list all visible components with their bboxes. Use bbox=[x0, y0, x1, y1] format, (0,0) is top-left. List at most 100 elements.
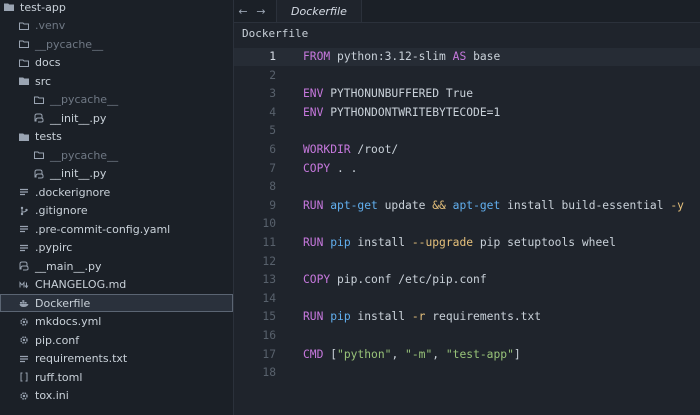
code-token: --upgrade bbox=[411, 236, 474, 249]
code-text: ENV PYTHONUNBUFFERED True bbox=[303, 85, 473, 103]
code-line[interactable]: 6 WORKDIR /root/ bbox=[234, 141, 700, 159]
tree-item-label: CHANGELOG.md bbox=[35, 278, 127, 291]
code-token: CMD bbox=[303, 347, 324, 361]
code-token: python:3.12-slim bbox=[330, 50, 453, 63]
line-number: 14 bbox=[262, 291, 276, 305]
code-token: requirements.txt bbox=[425, 310, 542, 324]
line-number: 8 bbox=[269, 180, 276, 194]
code-token: PYTHONDONTWRITEBYTECODE=1 bbox=[323, 105, 501, 119]
code-line[interactable]: 4 ENV PYTHONDONTWRITEBYTECODE=1 bbox=[234, 104, 700, 122]
file-item[interactable]: CHANGELOG.md bbox=[0, 276, 233, 294]
folder-item[interactable]: __pycache__ bbox=[0, 35, 233, 53]
code-line[interactable]: 8 bbox=[234, 178, 700, 196]
file-item[interactable]: Dockerfile bbox=[0, 294, 233, 312]
file-item[interactable]: tox.ini bbox=[0, 387, 233, 405]
code-token: -r bbox=[411, 310, 426, 324]
code-token: "-m" bbox=[405, 347, 433, 361]
code-token: apt-get bbox=[452, 198, 501, 212]
code-line[interactable]: 9 RUN apt-get update && apt-get install b… bbox=[234, 197, 700, 215]
file-item[interactable]: .gitignore bbox=[0, 202, 233, 220]
line-number: 4 bbox=[269, 105, 276, 119]
tree-item-label: .venv bbox=[35, 19, 66, 32]
code-line[interactable]: 2 bbox=[234, 67, 700, 85]
line-number: 15 bbox=[262, 310, 276, 324]
tree-item-label: .dockerignore bbox=[35, 185, 111, 199]
folder-open-icon bbox=[19, 76, 29, 86]
file-item[interactable]: __init__.py bbox=[0, 109, 233, 127]
tree-item-label: __init__.py bbox=[50, 111, 107, 125]
file-item[interactable]: .dockerignore bbox=[0, 183, 233, 201]
folder-item[interactable]: __pycache__ bbox=[0, 146, 233, 164]
file-item[interactable]: __init__.py bbox=[0, 165, 233, 183]
python-icon bbox=[34, 169, 44, 179]
code-token: ENV bbox=[303, 105, 324, 119]
folder-item[interactable]: __pycache__ bbox=[0, 91, 233, 109]
tree-item-label: mkdocs.yml bbox=[35, 315, 102, 328]
line-number: 1 bbox=[269, 50, 276, 63]
forward-arrow-icon[interactable]: → bbox=[252, 5, 270, 18]
folder-item[interactable]: .venv bbox=[0, 17, 233, 35]
code-token: RUN bbox=[303, 198, 324, 212]
back-arrow-icon[interactable]: ← bbox=[234, 5, 252, 18]
code-line[interactable]: 10 bbox=[234, 215, 700, 233]
tree-item-label: docs bbox=[35, 56, 61, 69]
folder-open-icon bbox=[4, 2, 14, 12]
code-token: "test-app" bbox=[445, 347, 514, 361]
code-token: [ bbox=[323, 347, 338, 361]
line-number: 2 bbox=[269, 68, 276, 82]
code-token: pip.conf /etc/pip.conf bbox=[330, 273, 487, 287]
breadcrumb[interactable]: Dockerfile bbox=[242, 27, 308, 40]
tree-item-label: __init__.py bbox=[50, 167, 107, 180]
code-line[interactable]: 18 bbox=[234, 364, 700, 382]
folder-item[interactable]: docs bbox=[0, 54, 233, 72]
file-item[interactable]: __main__.py bbox=[0, 257, 233, 275]
code-token: install build-essential bbox=[500, 198, 671, 212]
python-icon bbox=[34, 113, 44, 123]
folder-item[interactable]: test-app bbox=[0, 0, 233, 16]
code-line[interactable]: 12 bbox=[234, 253, 700, 271]
file-item[interactable]: ruff.toml bbox=[0, 368, 233, 386]
tab-bar: ← → Dockerfile bbox=[234, 0, 700, 23]
gear-icon bbox=[19, 335, 29, 345]
file-item[interactable]: requirements.txt bbox=[0, 350, 233, 368]
code-line[interactable]: 13 COPY pip.conf /etc/pip.conf bbox=[234, 271, 700, 289]
brackets-icon bbox=[19, 372, 29, 382]
tab-dockerfile[interactable]: Dockerfile bbox=[276, 0, 362, 22]
file-item[interactable]: mkdocs.yml bbox=[0, 313, 233, 331]
code-token: ENV bbox=[303, 87, 324, 101]
tree-item-label: .pypirc bbox=[35, 241, 73, 254]
line-number: 6 bbox=[269, 143, 276, 156]
folder-item[interactable]: tests bbox=[0, 128, 233, 146]
code-line[interactable]: 16 bbox=[234, 327, 700, 345]
tree-item-label: .pre-commit-config.yaml bbox=[35, 222, 171, 236]
tree-item-label: __main__.py bbox=[35, 259, 102, 273]
folder-icon bbox=[19, 39, 29, 49]
file-item[interactable]: pip.conf bbox=[0, 331, 233, 349]
code-token: -y bbox=[670, 198, 684, 212]
tree-item-label: src bbox=[35, 74, 52, 88]
code-token: install bbox=[350, 310, 412, 324]
code-token: /root/ bbox=[350, 143, 399, 156]
code-line[interactable]: 5 bbox=[234, 122, 700, 140]
file-item[interactable]: .pre-commit-config.yaml bbox=[0, 220, 233, 238]
code-token: base bbox=[466, 50, 501, 63]
tree-item-label: ruff.toml bbox=[35, 370, 83, 384]
code-token: COPY bbox=[303, 161, 331, 175]
code-token: FROM bbox=[303, 50, 331, 63]
code-line[interactable]: 1 FROM python:3.12-slim AS base bbox=[234, 48, 700, 66]
code-line[interactable]: 11 RUN pip install --upgrade pip setuptoo… bbox=[234, 234, 700, 252]
code-line[interactable]: 17 CMD ["python", "-m", "test-app"] bbox=[234, 346, 700, 364]
code-line[interactable]: 15 RUN pip install -r requirements.txt bbox=[234, 308, 700, 326]
folder-item[interactable]: src bbox=[0, 72, 233, 90]
lines-icon bbox=[19, 187, 29, 197]
file-item[interactable]: .pypirc bbox=[0, 239, 233, 257]
code-token: AS bbox=[452, 50, 467, 63]
code-line[interactable]: 7 COPY . . bbox=[234, 160, 700, 178]
code-line[interactable]: 14 bbox=[234, 290, 700, 308]
tree-item-label: tox.ini bbox=[35, 389, 69, 402]
code-token: . . bbox=[330, 161, 358, 175]
code-line[interactable]: 3 ENV PYTHONUNBUFFERED True bbox=[234, 85, 700, 103]
code-editor[interactable]: 1 FROM python:3.12-slim AS base 2 3 ENV PYTH… bbox=[234, 46, 700, 415]
code-token: update bbox=[377, 198, 433, 212]
